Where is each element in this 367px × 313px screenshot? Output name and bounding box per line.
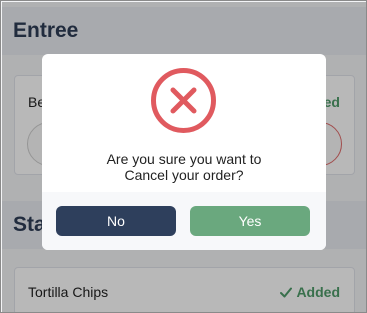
dialog-message-line-2: Cancel your order?: [124, 167, 244, 183]
app-frame: Entree Be dded Sta Tortilla Chips Added: [0, 0, 367, 313]
cancel-x-circle-icon: [150, 67, 217, 134]
cancel-order-dialog: Are you sure you want to Cancel your ord…: [42, 54, 326, 250]
no-button[interactable]: No: [56, 206, 176, 236]
dialog-message: Are you sure you want to Cancel your ord…: [52, 151, 316, 183]
dialog-footer: No Yes: [42, 192, 326, 250]
yes-button[interactable]: Yes: [190, 206, 310, 236]
dialog-message-line-1: Are you sure you want to: [106, 151, 262, 167]
